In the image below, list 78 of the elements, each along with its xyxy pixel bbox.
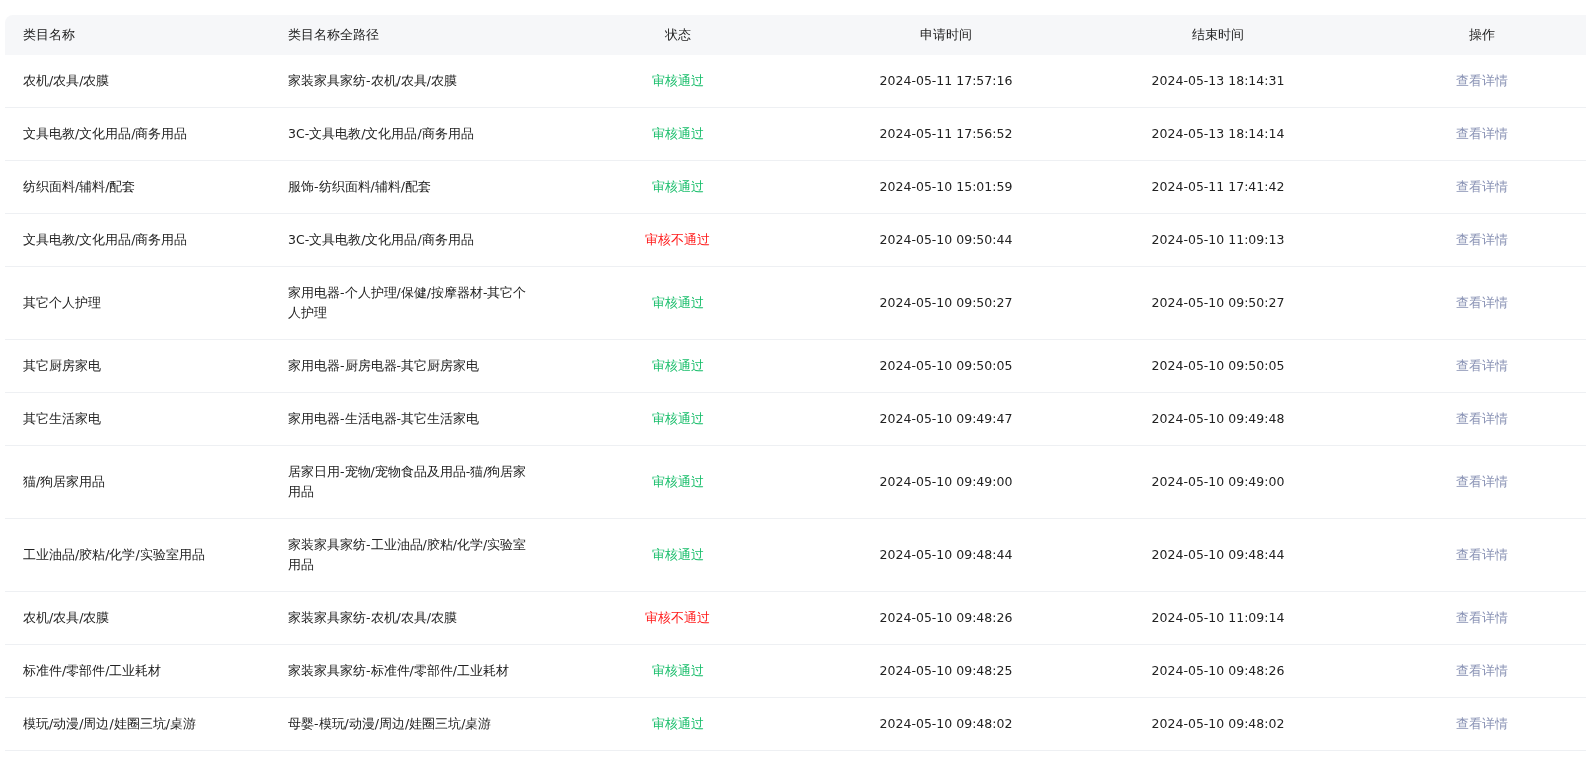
category-name: 其它个人护理	[23, 294, 101, 312]
view-details-link[interactable]: 查看详情	[1456, 356, 1508, 376]
category-name: 文具电教/文化用品/商务用品	[23, 231, 188, 249]
category-path: 家用电器-生活电器-其它生活家电	[288, 410, 480, 428]
category-path: 家装家具家纺-农机/农具/农膜	[288, 72, 457, 90]
status-text: 审核通过	[651, 357, 704, 375]
apply-time: 2024-05-10 09:50:05	[879, 357, 1013, 375]
apply-time: 2024-05-10 09:48:25	[879, 662, 1013, 680]
status-text: 审核通过	[651, 662, 704, 680]
status-text: 审核通过	[651, 715, 704, 733]
category-name: 标准件/零部件/工业耗材	[23, 662, 162, 680]
status-text: 审核通过	[651, 410, 704, 428]
category-name: 工业油品/胶粘/化学/实验室用品	[23, 546, 205, 564]
status-text: 审核通过	[651, 473, 704, 491]
view-details-link[interactable]: 查看详情	[1456, 124, 1508, 144]
end-time: 2024-05-10 09:48:26	[1151, 662, 1285, 680]
category-name: 农机/农具/农膜	[23, 609, 110, 627]
apply-time: 2024-05-10 09:50:27	[879, 294, 1013, 312]
category-path: 服饰-纺织面料/辅料/配套	[288, 178, 431, 196]
status-text: 审核通过	[651, 294, 704, 312]
end-time: 2024-05-10 09:49:48	[1151, 410, 1285, 428]
end-time: 2024-05-13 18:14:14	[1151, 125, 1285, 143]
view-details-link[interactable]: 查看详情	[1456, 177, 1508, 197]
category-path: 家用电器-厨房电器-其它厨房家电	[288, 357, 480, 375]
apply-time: 2024-05-11 17:57:16	[879, 72, 1013, 90]
apply-time: 2024-05-10 09:49:00	[879, 473, 1013, 491]
view-details-link[interactable]: 查看详情	[1456, 545, 1508, 565]
category-name: 文具电教/文化用品/商务用品	[23, 125, 188, 143]
apply-time: 2024-05-10 09:48:44	[879, 546, 1013, 564]
apply-time: 2024-05-10 15:01:59	[879, 178, 1013, 196]
status-text: 审核通过	[651, 125, 704, 143]
view-details-link[interactable]: 查看详情	[1456, 409, 1508, 429]
column-header: 类目名称全路径	[270, 15, 555, 55]
column-header: 操作	[1364, 15, 1586, 55]
status-text: 审核通过	[651, 72, 704, 90]
category-path: 3C-文具电教/文化用品/商务用品	[288, 231, 474, 249]
category-name: 其它厨房家电	[23, 357, 101, 375]
column-header: 结束时间	[1092, 15, 1364, 55]
end-time: 2024-05-10 11:09:13	[1151, 231, 1285, 249]
category-path: 家装家具家纺-工业油品/胶粘/化学/实验室用品	[288, 536, 528, 574]
category-name: 模玩/动漫/周边/娃圈三坑/桌游	[23, 715, 196, 733]
end-time: 2024-05-10 09:48:44	[1151, 546, 1285, 564]
category-path: 母婴-模玩/动漫/周边/娃圈三坑/桌游	[288, 715, 492, 733]
category-path: 居家日用-宠物/宠物食品及用品-猫/狗居家用品	[288, 463, 528, 501]
category-name: 猫/狗居家用品	[23, 473, 106, 491]
status-text: 审核通过	[651, 178, 704, 196]
apply-time: 2024-05-11 17:56:52	[879, 125, 1013, 143]
column-header: 状态	[555, 15, 820, 55]
view-details-link[interactable]: 查看详情	[1456, 230, 1508, 250]
status-text: 审核通过	[651, 546, 704, 564]
apply-time: 2024-05-10 09:48:26	[879, 609, 1013, 627]
status-text: 审核不通过	[645, 609, 710, 627]
column-header: 类目名称	[5, 15, 270, 55]
category-name: 纺织面料/辅料/配套	[23, 178, 136, 196]
view-details-link[interactable]: 查看详情	[1456, 608, 1508, 628]
apply-time: 2024-05-10 09:49:47	[879, 410, 1013, 428]
apply-time: 2024-05-10 09:50:44	[879, 231, 1013, 249]
view-details-link[interactable]: 查看详情	[1456, 71, 1508, 91]
end-time: 2024-05-10 09:50:05	[1151, 357, 1285, 375]
category-name: 农机/农具/农膜	[23, 72, 110, 90]
view-details-link[interactable]: 查看详情	[1456, 661, 1508, 681]
category-path: 家用电器-个人护理/保健/按摩器材-其它个人护理	[288, 284, 528, 322]
end-time: 2024-05-10 09:50:27	[1151, 294, 1285, 312]
end-time: 2024-05-10 09:49:00	[1151, 473, 1285, 491]
view-details-link[interactable]: 查看详情	[1456, 714, 1508, 734]
status-text: 审核不通过	[645, 231, 710, 249]
category-path: 3C-文具电教/文化用品/商务用品	[288, 125, 474, 143]
category-path: 家装家具家纺-标准件/零部件/工业耗材	[288, 662, 509, 680]
view-details-link[interactable]: 查看详情	[1456, 472, 1508, 492]
category-name: 其它生活家电	[23, 410, 101, 428]
category-path: 家装家具家纺-农机/农具/农膜	[288, 609, 457, 627]
end-time: 2024-05-10 11:09:14	[1151, 609, 1285, 627]
apply-time: 2024-05-10 09:48:02	[879, 715, 1013, 733]
end-time: 2024-05-10 09:48:02	[1151, 715, 1285, 733]
column-header: 申请时间	[820, 15, 1092, 55]
end-time: 2024-05-11 17:41:42	[1151, 178, 1285, 196]
end-time: 2024-05-13 18:14:31	[1151, 72, 1285, 90]
view-details-link[interactable]: 查看详情	[1456, 293, 1508, 313]
